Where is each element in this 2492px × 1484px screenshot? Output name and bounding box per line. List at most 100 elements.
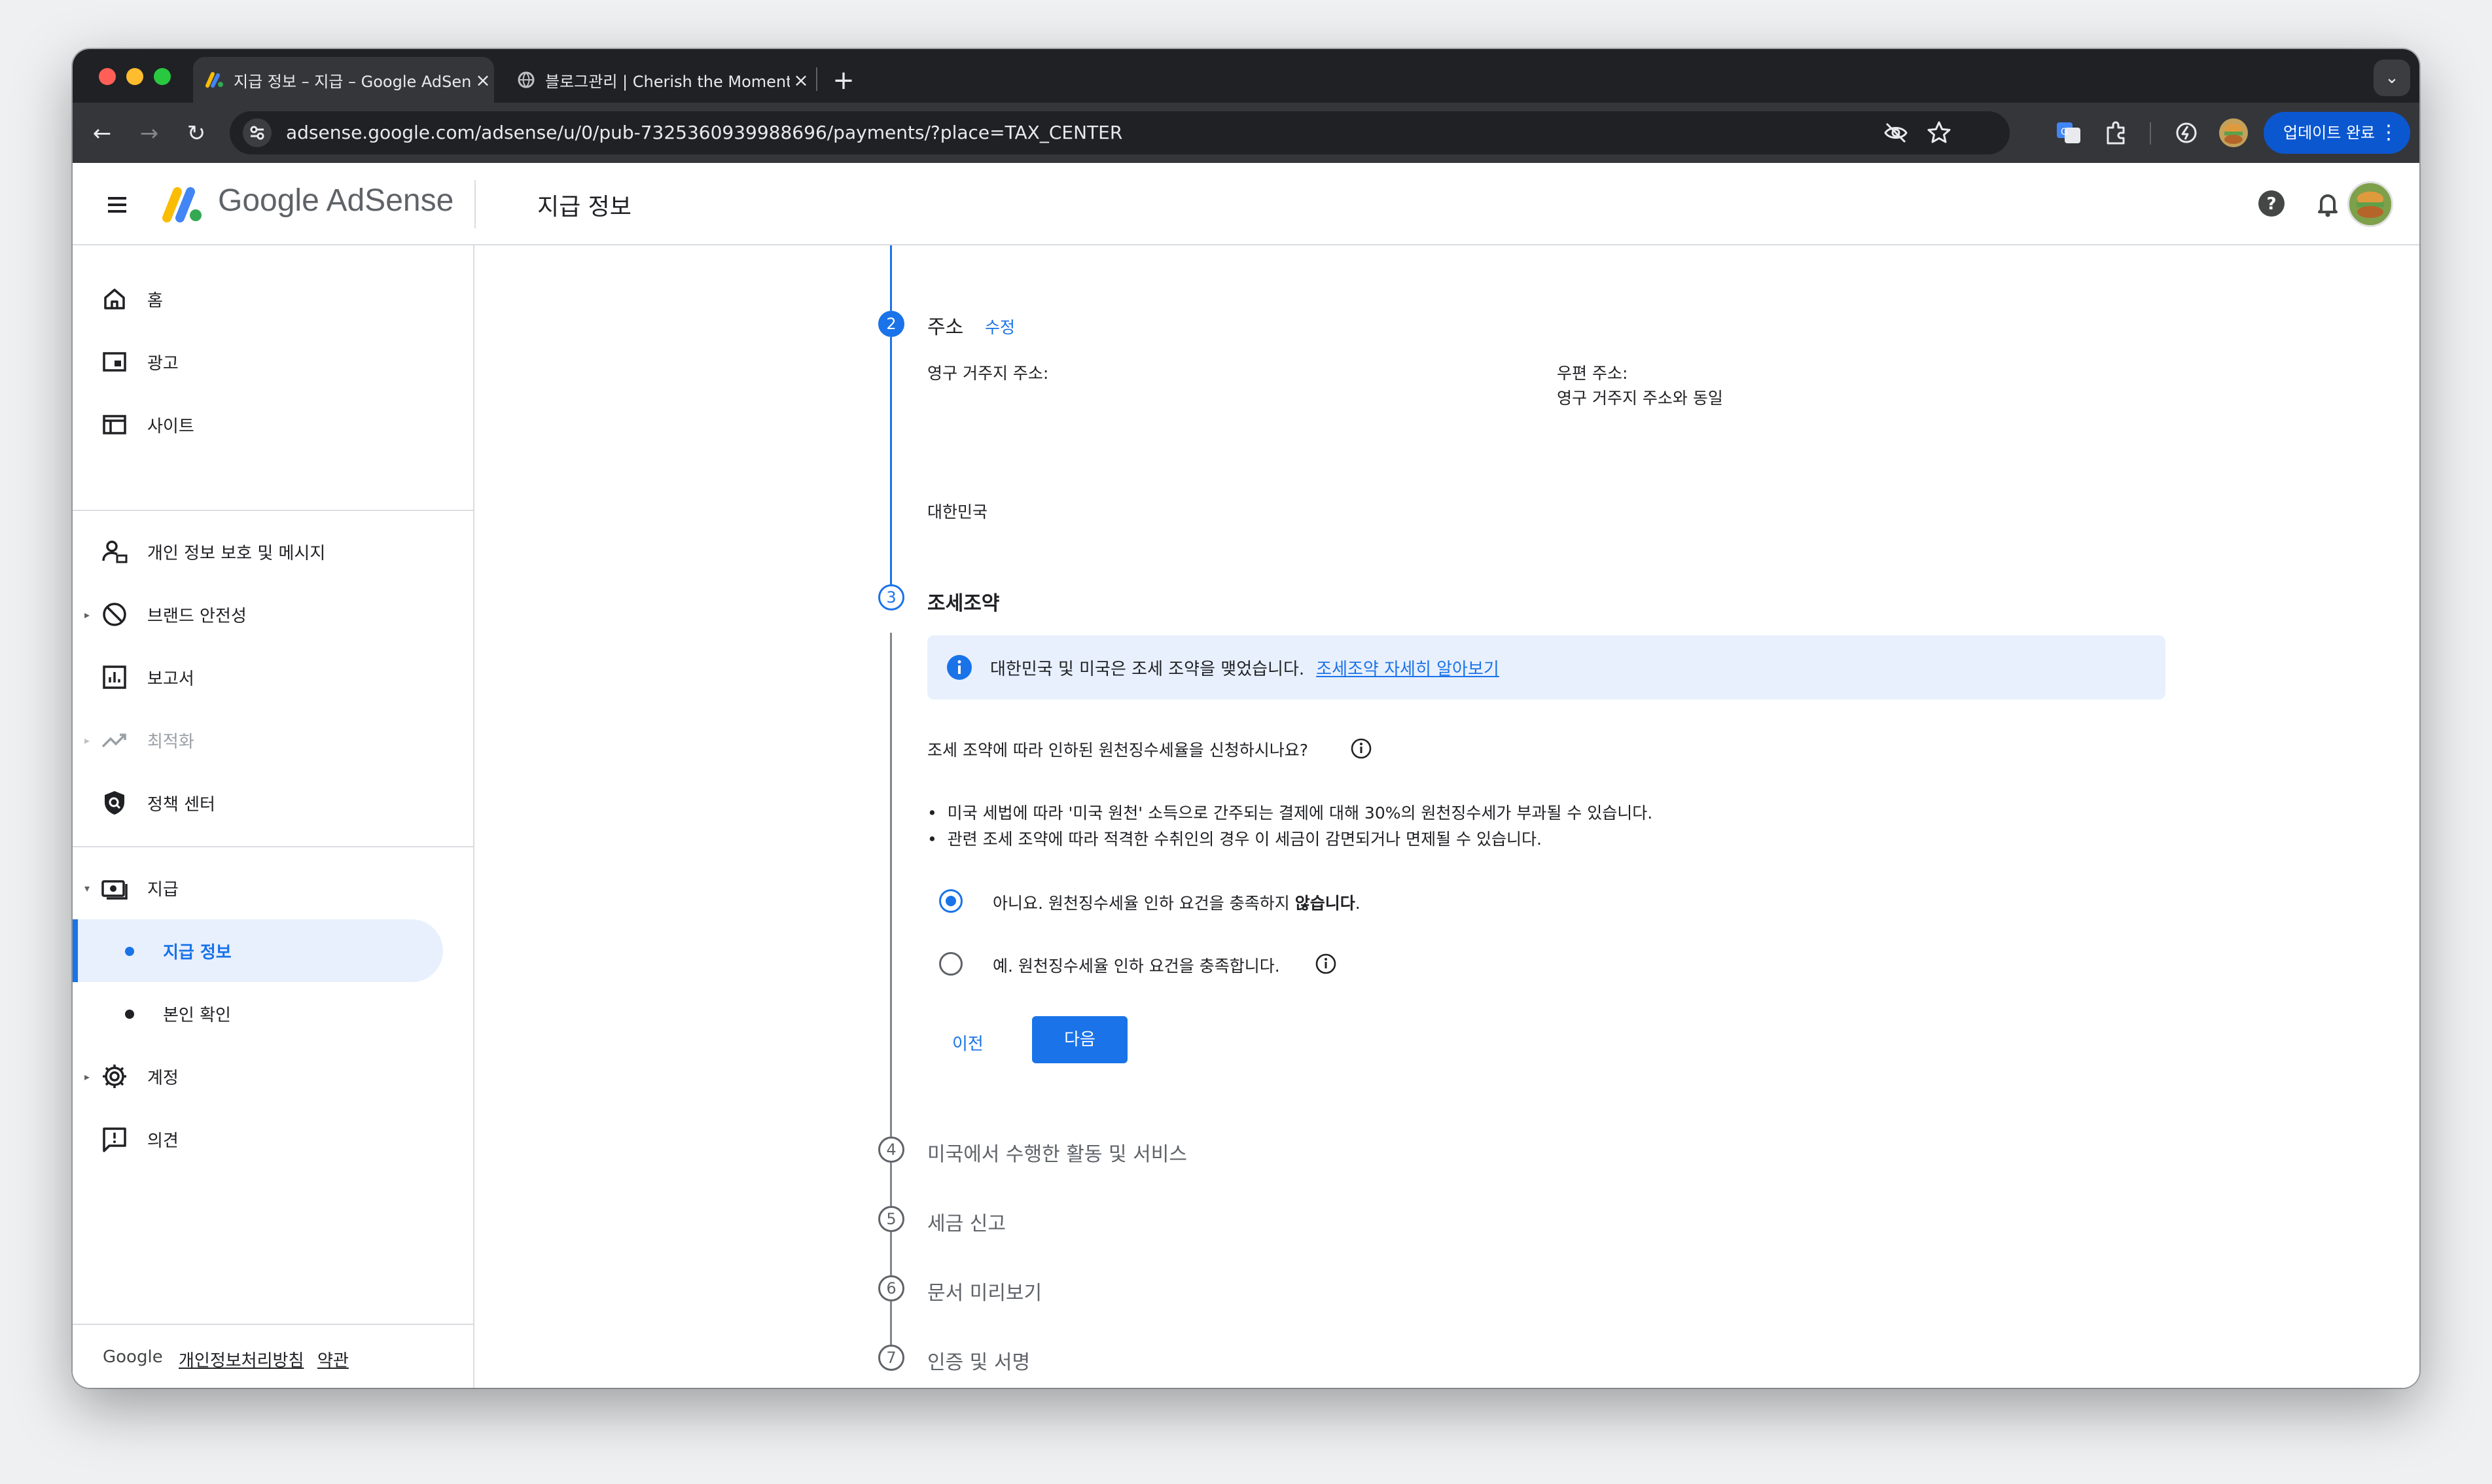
sidebar-item-ads[interactable]: 광고	[73, 330, 474, 393]
expand-caret-icon: ▸	[84, 733, 90, 747]
site-settings-icon[interactable]	[243, 118, 272, 147]
update-complete-label: 업데이트 완료	[2283, 124, 2376, 142]
terms-link[interactable]: 약관	[317, 1347, 349, 1371]
performance-icon[interactable]	[2172, 118, 2201, 147]
sidebar-footer: Google 개인정보처리방침 약관	[73, 1324, 474, 1388]
sidebar-item-sites[interactable]: 사이트	[73, 393, 474, 456]
zoom-window-button[interactable]	[154, 68, 171, 85]
eye-off-icon[interactable]	[1881, 118, 1910, 147]
adsense-favicon-icon	[205, 72, 223, 88]
tab-bar: 지급 정보 – 지급 – Google AdSense × 블로그관리 | Ch…	[73, 49, 2419, 103]
radio-no[interactable]	[939, 889, 963, 913]
tax-treaty-info-banner: 대한민국 및 미국은 조세 조약을 맺었습니다. 조세조약 자세히 알아보기	[927, 635, 2165, 699]
tab-title: 지급 정보 – 지급 – Google AdSense	[234, 72, 472, 91]
address-bar[interactable]: adsense.google.com/adsense/u/0/pub-73253…	[230, 111, 2010, 154]
expand-caret-icon: ▸	[84, 608, 90, 621]
profile-avatar[interactable]	[2219, 118, 2248, 147]
radio-no-bold-text: 않습니다	[1294, 894, 1355, 913]
step-title-tax-filing: 세금 신고	[927, 1212, 1006, 1235]
reload-icon[interactable]: ↻	[179, 116, 214, 151]
brand-product: AdSense	[326, 183, 454, 218]
notifications-bell-icon[interactable]	[2311, 186, 2345, 221]
feedback-icon	[103, 1127, 126, 1152]
sidebar-item-payment-info[interactable]: 지급 정보	[73, 919, 443, 982]
back-button[interactable]: 이전	[952, 1031, 984, 1055]
edit-address-link[interactable]: 수정	[985, 315, 1015, 338]
sidebar-item-feedback[interactable]: 의견	[73, 1108, 474, 1171]
account-avatar[interactable]	[2347, 181, 2393, 227]
sidebar-item-policy-center[interactable]: 정책 센터	[73, 771, 474, 834]
tab-separator	[816, 67, 817, 91]
step-number-6: 6	[878, 1275, 904, 1301]
sidebar-item-brand-safety[interactable]: ▸ 브랜드 안전성	[73, 583, 474, 646]
privacy-policy-link[interactable]: 개인정보처리방침	[179, 1347, 304, 1371]
info-outline-icon[interactable]	[1350, 737, 1372, 760]
extensions-puzzle-icon[interactable]	[2101, 118, 2130, 147]
block-icon	[103, 603, 126, 626]
sidebar-nav: 홈 광고 사이트 개인 정보 보호 및 메시지 ▸ 브랜드 안전성 보고서 ▸ …	[73, 245, 474, 1388]
back-arrow-icon[interactable]: ←	[84, 116, 120, 151]
bullet-dot	[125, 947, 134, 956]
sidebar-item-label: 지급	[147, 879, 179, 900]
address-country: 대한민국	[927, 503, 988, 521]
sidebar-item-privacy[interactable]: 개인 정보 보호 및 메시지	[73, 520, 474, 583]
sidebar-item-label: 홈	[147, 291, 163, 311]
sidebar-item-optimization[interactable]: ▸ 최적화	[73, 709, 474, 771]
sidebar-item-account[interactable]: ▸ 계정	[73, 1045, 474, 1108]
translate-icon[interactable]: G	[2054, 118, 2083, 147]
tab-blog[interactable]: 블로그관리 | Cherish the Moment ×	[505, 57, 812, 103]
browser-window: 지급 정보 – 지급 – Google AdSense × 블로그관리 | Ch…	[73, 49, 2419, 1388]
stepper-line	[890, 245, 892, 311]
stepper-line	[890, 1163, 892, 1206]
ads-icon	[103, 352, 126, 372]
sidebar-divider	[73, 510, 474, 511]
step-number-3: 3	[878, 584, 904, 610]
sidebar-item-label: 보고서	[147, 669, 194, 689]
policy-icon	[105, 791, 124, 815]
stepper-line	[890, 633, 892, 1137]
radio-no-text: 아니요. 원천징수세율 인하 요건을 충족하지	[993, 894, 1295, 913]
sidebar-item-payments[interactable]: ▾ 지급	[73, 857, 474, 919]
next-button[interactable]: 다음	[1032, 1016, 1128, 1063]
forward-arrow-icon[interactable]: →	[132, 116, 167, 151]
tab-close-icon[interactable]: ×	[790, 69, 812, 91]
step-title-us-activities: 미국에서 수행한 활동 및 서비스	[927, 1143, 1187, 1166]
radio-no-label[interactable]: 아니요. 원천징수세율 인하 요건을 충족하지 않습니다.	[993, 891, 1361, 914]
sidebar-item-home[interactable]: 홈	[73, 268, 474, 330]
tab-search-chevron-icon[interactable]: ⌄	[2374, 60, 2410, 96]
minimize-window-button[interactable]	[126, 68, 143, 85]
bullet-text: 관련 조세 조약에 따라 적격한 수취인의 경우 이 세금이 감면되거나 면제될…	[947, 830, 1542, 849]
info-banner-message: 대한민국 및 미국은 조세 조약을 맺었습니다.	[990, 660, 1305, 679]
info-outline-icon[interactable]	[1315, 953, 1337, 975]
page-title: 지급 정보	[537, 194, 632, 221]
radio-yes[interactable]	[939, 952, 963, 976]
radio-no-suffix: .	[1355, 894, 1361, 913]
more-vert-icon: ⋮	[2379, 121, 2398, 144]
learn-more-tax-treaty-link[interactable]: 조세조약 자세히 알아보기	[1316, 660, 1499, 679]
sidebar-item-label: 의견	[147, 1131, 179, 1151]
close-window-button[interactable]	[99, 68, 116, 85]
tab-title: 블로그관리 | Cherish the Moment	[545, 72, 790, 91]
tab-adsense[interactable]: 지급 정보 – 지급 – Google AdSense ×	[193, 57, 494, 103]
step-number-2: 2	[878, 311, 904, 337]
radio-yes-label[interactable]: 예. 원천징수세율 인하 요건을 충족합니다.	[993, 953, 1280, 977]
menu-icon[interactable]	[101, 189, 133, 221]
sidebar-item-label: 개인 정보 보호 및 메시지	[147, 543, 326, 563]
step-title-address: 주소	[927, 316, 964, 339]
expand-caret-icon: ▸	[84, 1070, 90, 1083]
info-filled-icon	[947, 655, 972, 680]
stepper-line	[890, 1232, 892, 1275]
sidebar-item-label: 브랜드 안전성	[147, 606, 247, 626]
new-tab-button[interactable]: +	[825, 62, 862, 99]
brand-google: Google	[218, 183, 319, 218]
help-icon[interactable]: ?	[2254, 186, 2288, 221]
update-complete-button[interactable]: 업데이트 완료 ⋮	[2264, 112, 2410, 154]
sidebar-item-verification[interactable]: 본인 확인	[73, 982, 474, 1045]
step-number-7: 7	[878, 1345, 904, 1371]
trending-icon	[101, 733, 126, 748]
info-banner-text: 대한민국 및 미국은 조세 조약을 맺었습니다. 조세조약 자세히 알아보기	[990, 656, 1499, 680]
sidebar-item-reports[interactable]: 보고서	[73, 646, 474, 709]
tab-close-icon[interactable]: ×	[472, 69, 494, 91]
bookmark-star-icon[interactable]	[1925, 118, 1953, 147]
main-content: 2 주소 수정 영구 거주지 주소: 우편 주소: 영구 거주지 주소와 동일 …	[476, 245, 2419, 1388]
